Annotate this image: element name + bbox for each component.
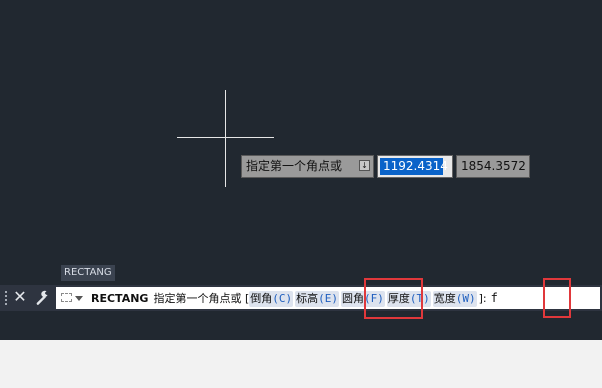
rectangle-icon[interactable] <box>61 293 72 302</box>
down-arrow-icon[interactable]: ↓ <box>359 160 370 171</box>
option-elevation[interactable]: 标高(E) <box>295 291 340 307</box>
x-value[interactable]: 1192.4314 <box>380 158 448 175</box>
dynamic-input-prompt: 指定第一个角点或 ↓ <box>241 155 374 178</box>
crosshair-vertical <box>225 90 226 187</box>
highlight-fillet-option <box>364 278 423 319</box>
crosshair-horizontal <box>177 137 274 138</box>
command-history-item: RECTANG <box>61 265 115 281</box>
command-prompt-text: 指定第一个角点或 <box>153 292 242 305</box>
chevron-down-icon[interactable] <box>75 296 83 301</box>
highlight-typed-input <box>543 278 571 318</box>
status-bar <box>0 340 602 388</box>
option-chamfer[interactable]: 倒角(C) <box>249 291 294 307</box>
command-name: RECTANG <box>91 292 149 305</box>
command-prompt: RECTANG 指定第一个角点或 [倒角(C) 标高(E) 圆角(F) 厚度(T) 宽度(… <box>91 287 498 309</box>
wrench-icon[interactable] <box>33 288 51 308</box>
option-width[interactable]: 宽度(W) <box>432 291 477 307</box>
dynamic-input-x-field[interactable]: 1192.4314 <box>377 155 453 178</box>
typed-input[interactable]: f <box>491 291 498 305</box>
command-line-bar: ✕ RECTANG 指定第一个角点或 [倒角(C) 标高(E) 圆角(F) 厚度(T) 宽… <box>0 285 602 311</box>
dynamic-input-prompt-text: 指定第一个角点或 <box>246 159 343 173</box>
bracket-close: ]: <box>478 292 487 305</box>
close-icon[interactable]: ✕ <box>12 287 28 307</box>
drag-grip-icon[interactable] <box>4 290 8 306</box>
dynamic-input-y-field[interactable]: 1854.3572 <box>456 155 530 178</box>
command-input[interactable]: RECTANG 指定第一个角点或 [倒角(C) 标高(E) 圆角(F) 厚度(T) 宽度(… <box>56 287 600 309</box>
y-value[interactable]: 1854.3572 <box>461 159 526 173</box>
